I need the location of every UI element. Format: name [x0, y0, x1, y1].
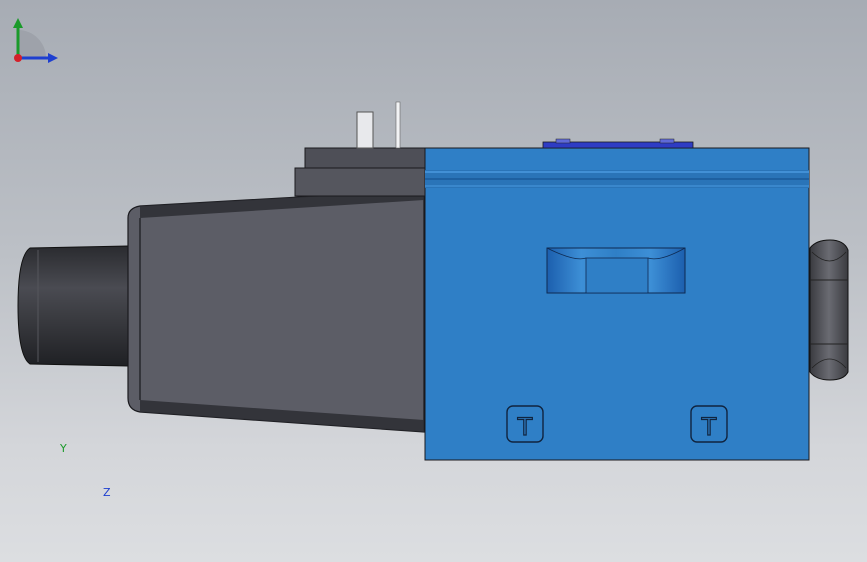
orientation-triad [13, 18, 58, 63]
manual-override-slot[interactable] [546, 247, 686, 294]
port-marking-left-label: T [517, 413, 533, 441]
valve-body[interactable] [424, 147, 810, 461]
z-axis-label: Z [103, 486, 111, 499]
port-marking-right-label: T [701, 413, 717, 441]
y-axis-label: Y [60, 442, 67, 455]
end-nut[interactable] [809, 239, 849, 381]
connector-plug[interactable] [17, 245, 129, 367]
solenoid-housing[interactable] [127, 189, 425, 433]
cover-plate[interactable] [542, 138, 694, 149]
model-view[interactable]: T T [0, 0, 867, 562]
graphics-viewport[interactable]: T T Y Z [0, 0, 867, 562]
x-axis-dot [14, 54, 22, 62]
terminal-box[interactable] [294, 101, 426, 197]
